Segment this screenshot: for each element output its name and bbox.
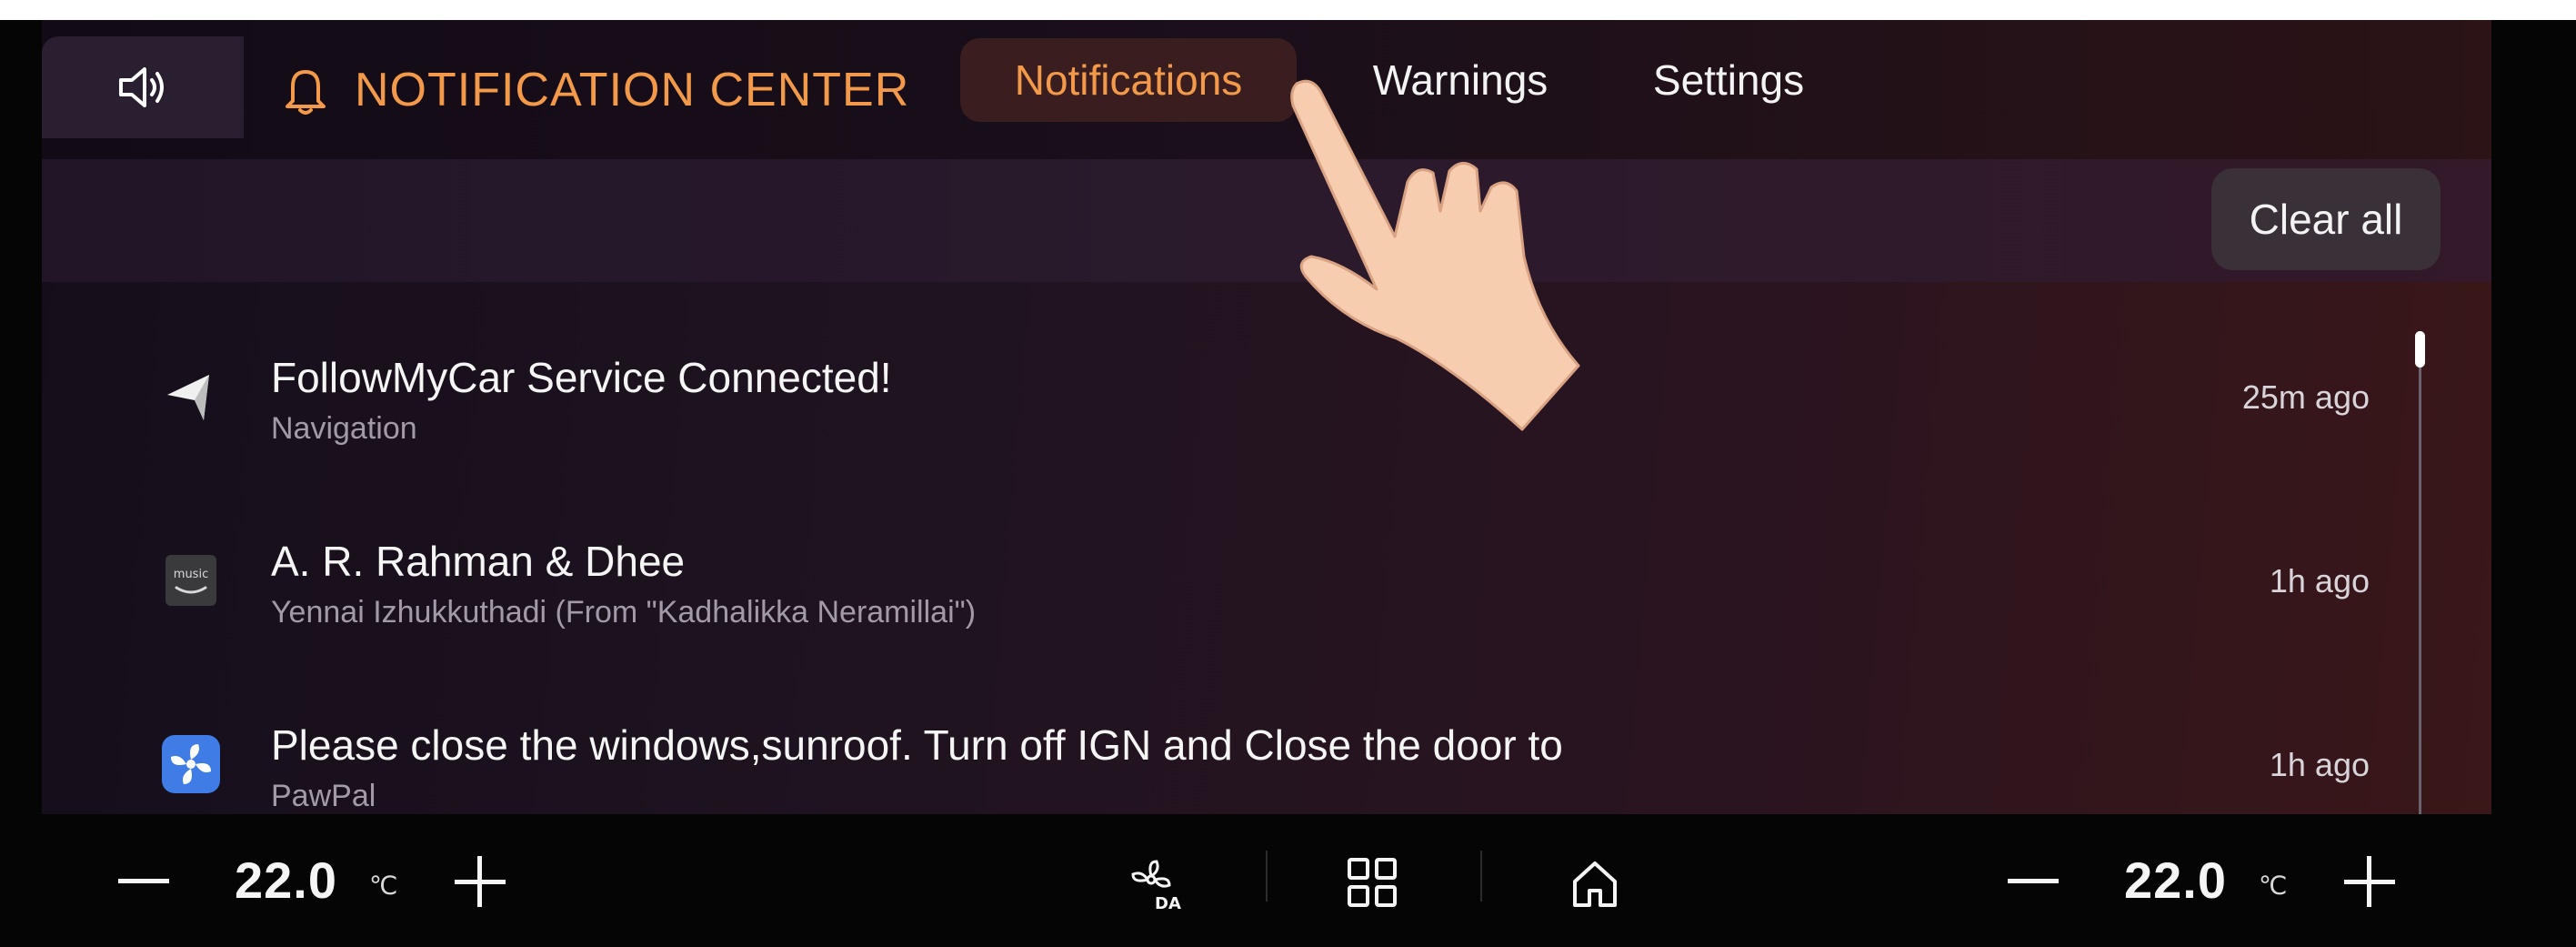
home-button[interactable] (1562, 851, 1628, 916)
top-bar: NOTIFICATION CENTER Notifications Warnin… (42, 20, 2491, 159)
scrollbar-thumb[interactable] (2415, 331, 2425, 368)
home-icon (1573, 861, 1617, 907)
dock-divider (1480, 851, 1482, 902)
notification-source: Yennai Izhukkuthadi (From "Kadhalikka Ne… (271, 595, 977, 630)
dock-divider (1266, 851, 1268, 902)
left-temp-increase-button[interactable] (453, 854, 507, 909)
right-temp-unit: ℃ (2259, 871, 2288, 900)
list-item[interactable]: music A. R. Rahman & Dhee Yennai Izhukku… (42, 502, 2370, 666)
fan-auto-button[interactable]: DA (1124, 851, 1189, 916)
left-temp-decrease-button[interactable] (116, 854, 171, 909)
notification-time: 1h ago (2269, 562, 2370, 599)
speaker-icon (119, 67, 164, 107)
notification-title: FollowMyCar Service Connected! (271, 354, 892, 401)
tab-notifications[interactable]: Notifications (960, 38, 1297, 122)
bell-icon (286, 69, 326, 115)
svg-text:DA: DA (1155, 894, 1181, 912)
actions-strip: Clear all (42, 159, 2491, 282)
apps-grid-icon (1348, 858, 1397, 907)
page-title: NOTIFICATION CENTER (355, 63, 910, 116)
navigation-arrow-icon (158, 364, 224, 429)
sound-button[interactable] (42, 36, 244, 138)
fan-auto-icon: DA (1131, 860, 1181, 912)
list-item[interactable]: Please close the windows,sunroof. Turn o… (42, 686, 2370, 814)
plus-icon (2344, 856, 2395, 907)
right-temp-decrease-button[interactable] (2006, 854, 2060, 909)
right-temp-increase-button[interactable] (2342, 854, 2397, 909)
scrollbar-track[interactable] (2419, 331, 2421, 814)
notification-screen: NOTIFICATION CENTER Notifications Warnin… (42, 20, 2491, 814)
climate-dock: 22.0 ℃ DA 22.0 ℃ (0, 814, 2576, 947)
left-temp-unit: ℃ (369, 871, 398, 900)
minus-icon (2008, 879, 2059, 883)
list-item[interactable]: FollowMyCar Service Connected! Navigatio… (42, 318, 2370, 482)
display-frame: NOTIFICATION CENTER Notifications Warnin… (0, 20, 2576, 947)
notification-time: 25m ago (2241, 378, 2370, 416)
clear-all-button[interactable]: Clear all (2211, 168, 2441, 270)
notification-title: A. R. Rahman & Dhee (271, 538, 686, 585)
notification-center-title: NOTIFICATION CENTER (280, 20, 909, 159)
notification-list[interactable]: FollowMyCar Service Connected! Navigatio… (42, 282, 2491, 814)
tab-settings[interactable]: Settings (1606, 38, 1851, 122)
apps-button[interactable] (1340, 851, 1406, 916)
minus-icon (118, 879, 169, 883)
plus-icon (455, 856, 506, 907)
notification-source: PawPal (271, 779, 376, 813)
svg-text:music: music (174, 568, 208, 581)
amazon-music-icon: music (158, 548, 224, 613)
notification-title: Please close the windows,sunroof. Turn o… (271, 721, 1563, 769)
tab-warnings[interactable]: Warnings (1333, 38, 1588, 122)
notification-time: 1h ago (2269, 746, 2370, 783)
notification-source: Navigation (271, 411, 417, 446)
right-temp-value: 22.0 (2124, 851, 2227, 909)
pawpal-fan-icon (158, 731, 224, 797)
left-temp-value: 22.0 (235, 851, 337, 909)
